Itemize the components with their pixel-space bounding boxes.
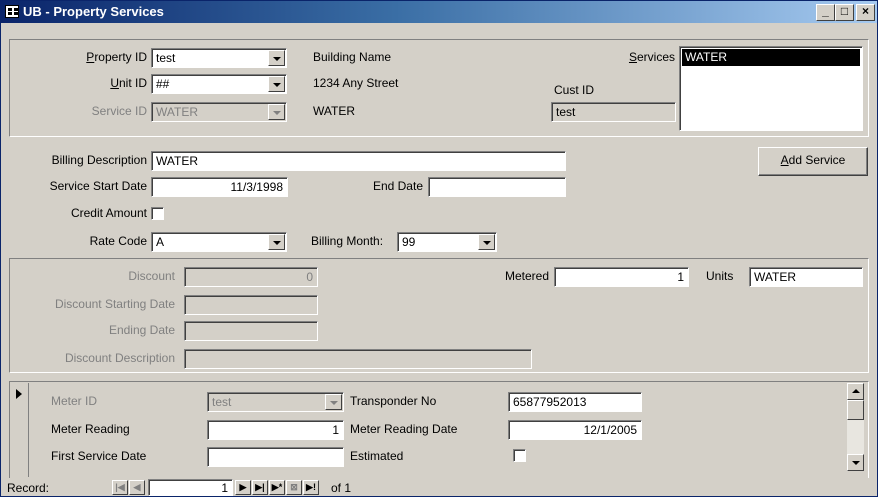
discount-ending-date-label: Ending Date xyxy=(108,323,175,337)
billing-month-dropdown-icon[interactable] xyxy=(478,234,495,250)
end-date-label: End Date xyxy=(372,179,423,193)
scroll-thumb[interactable] xyxy=(847,400,864,420)
meter-reading-value: 1 xyxy=(332,423,339,437)
services-label: Services xyxy=(628,50,675,64)
discount-starting-date-label: Discount Starting Date xyxy=(54,297,175,311)
meter-id-label: Meter ID xyxy=(51,394,98,408)
last-record-icon[interactable]: ▶| xyxy=(252,480,268,495)
billing-description-label: Billing Description xyxy=(51,153,147,167)
discount-description-field xyxy=(184,349,532,369)
unit-id-value: ## xyxy=(156,77,170,91)
billing-description-value: WATER xyxy=(156,154,198,168)
property-id-dropdown-icon[interactable] xyxy=(268,50,285,66)
credit-amount-label: Credit Amount xyxy=(70,206,147,220)
filter-icon[interactable]: ⊠ xyxy=(286,480,302,495)
current-record-icon xyxy=(16,389,22,399)
meter-reading-label: Meter Reading xyxy=(51,422,130,436)
rate-code-label: Rate Code xyxy=(89,234,147,248)
services-list-item[interactable]: WATER xyxy=(682,49,860,66)
new-record-icon[interactable]: ▶* xyxy=(269,480,285,495)
units-field[interactable]: WATER xyxy=(749,267,863,287)
unit-id-combo[interactable]: ## xyxy=(151,74,287,94)
metered-value: 1 xyxy=(677,270,684,284)
previous-record-icon[interactable]: ◀ xyxy=(129,480,145,495)
property-id-combo[interactable]: test xyxy=(151,48,287,68)
estimated-checkbox[interactable] xyxy=(513,449,526,462)
meter-id-combo: test xyxy=(207,392,344,412)
meter-reading-date-value: 12/1/2005 xyxy=(583,423,637,437)
meter-reading-date-field[interactable]: 12/1/2005 xyxy=(508,420,642,440)
service-name: WATER xyxy=(313,104,355,118)
record-count: of 1 xyxy=(331,481,352,495)
units-value: WATER xyxy=(754,270,796,284)
meter-reading-field[interactable]: 1 xyxy=(207,420,344,440)
subform-scrollbar[interactable] xyxy=(847,383,864,471)
meter-id-dropdown-icon xyxy=(325,394,342,410)
title-bar[interactable]: UB - Property Services _ □ × xyxy=(1,1,877,23)
current-record-value: 1 xyxy=(221,481,228,495)
next-record-icon[interactable]: ▶ xyxy=(235,480,251,495)
billing-month-label: Billing Month: xyxy=(311,234,384,248)
units-label: Units xyxy=(706,269,734,283)
service-start-date-label: Service Start Date xyxy=(49,179,147,193)
close-button[interactable]: × xyxy=(856,4,875,21)
rate-code-value: A xyxy=(156,235,165,249)
address: 1234 Any Street xyxy=(313,76,399,90)
discount-value: 0 xyxy=(306,270,313,284)
service-id-dropdown-icon xyxy=(268,104,285,120)
service-id-label: Service ID xyxy=(91,104,147,118)
discount-field: 0 xyxy=(184,267,318,287)
service-start-date-value: 11/3/1998 xyxy=(230,180,284,194)
services-list[interactable]: WATER xyxy=(679,46,863,131)
first-service-date-label: First Service Date xyxy=(51,449,147,463)
transponder-no-label: Transponder No xyxy=(350,394,437,408)
billing-description-field[interactable]: WATER xyxy=(151,151,566,171)
add-service-button[interactable]: Add Service xyxy=(758,147,868,176)
discount-description-label: Discount Description xyxy=(64,351,175,365)
service-start-date-field[interactable]: 11/3/1998 xyxy=(151,177,288,197)
property-id-label: Property ID xyxy=(86,50,147,64)
current-record-field[interactable]: 1 xyxy=(148,479,233,496)
window-title: UB - Property Services xyxy=(23,4,164,19)
estimated-label: Estimated xyxy=(350,449,404,463)
property-id-value: test xyxy=(156,51,176,65)
rate-code-combo[interactable]: A xyxy=(151,232,287,252)
rate-code-dropdown-icon[interactable] xyxy=(268,234,285,250)
cust-id-label: Cust ID xyxy=(554,83,595,97)
discount-label: Discount xyxy=(128,269,175,283)
cust-id-value: test xyxy=(556,105,576,119)
first-service-date-field[interactable] xyxy=(207,447,344,467)
apply-filter-icon[interactable]: ▶! xyxy=(303,480,319,495)
form-icon[interactable] xyxy=(5,5,19,18)
record-selector[interactable] xyxy=(11,383,29,477)
metered-field[interactable]: 1 xyxy=(554,267,689,287)
meter-id-value: test xyxy=(212,395,232,409)
discount-ending-date-field xyxy=(184,321,318,341)
record-label: Record: xyxy=(7,481,50,495)
end-date-field[interactable] xyxy=(428,177,566,197)
restore-button[interactable]: □ xyxy=(835,4,854,21)
property-services-window: UB - Property Services _ □ × Property ID… xyxy=(0,0,878,497)
scroll-down-icon[interactable] xyxy=(847,454,864,471)
cust-id-field: test xyxy=(551,102,676,122)
metered-label: Metered xyxy=(504,269,549,283)
first-record-icon[interactable]: |◀ xyxy=(112,480,128,495)
minimize-button[interactable]: _ xyxy=(816,4,835,21)
unit-id-label: Unit ID xyxy=(110,76,147,90)
billing-month-value: 99 xyxy=(402,235,416,249)
service-id-value: WATER xyxy=(156,105,198,119)
meter-reading-date-label: Meter Reading Date xyxy=(350,422,458,436)
transponder-no-value: 65877952013 xyxy=(513,395,587,409)
transponder-no-field[interactable]: 65877952013 xyxy=(508,392,642,412)
discount-starting-date-field xyxy=(184,295,318,315)
building-name: Building Name xyxy=(313,50,392,64)
service-id-combo: WATER xyxy=(151,102,287,122)
credit-amount-checkbox[interactable] xyxy=(151,207,164,220)
unit-id-dropdown-icon[interactable] xyxy=(268,76,285,92)
record-navigation-bar: Record: |◀ ◀ 1 ▶ ▶| ▶* ⊠ ▶! of 1 xyxy=(1,478,877,496)
scroll-up-icon[interactable] xyxy=(847,383,864,400)
